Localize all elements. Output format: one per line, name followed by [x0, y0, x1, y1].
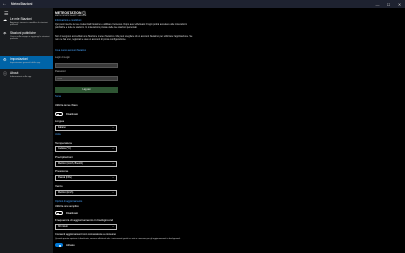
wind-select[interactable]: Metrico (km/h) ⌄	[55, 190, 117, 196]
precipitation-value: Metrico (mm/h, Brevi/h)	[58, 162, 83, 165]
maximize-button[interactable]: ☐	[383, 0, 394, 8]
title-bar: ← MeteoStazioni — ☐ ✕	[0, 0, 405, 8]
info-link[interactable]: Informazioni e condizioni	[55, 19, 81, 22]
metered-toggle[interactable]	[55, 243, 63, 247]
frequency-label: Frequenza di aggiornamento in background	[55, 218, 114, 222]
umbrella-icon: ☂	[3, 31, 7, 36]
toggle-knob	[59, 244, 61, 247]
language-label: Lingua	[55, 119, 65, 123]
sidebar-item-settings[interactable]: ⚙ Impostazioni Impostazioni generali del…	[0, 56, 53, 69]
chevron-down-icon: ⌄	[111, 191, 114, 194]
units-section-link[interactable]: Unità	[55, 133, 61, 136]
sidebar-item-about[interactable]: ⓘ About Informazioni sulla app	[0, 70, 53, 83]
update-section-link[interactable]: Opzioni di aggiornamento	[55, 200, 82, 203]
temperature-label: Temperatura	[55, 141, 72, 145]
sidebar-item-public-stations[interactable]: ☂ Stazioni pubbliche Cerca nella mappa e…	[0, 30, 53, 43]
language-select[interactable]: Italiano ⌄	[55, 125, 117, 131]
metered-state: Attivato	[66, 243, 75, 247]
gear-icon: ⚙	[3, 57, 7, 62]
password-label: Password	[55, 70, 66, 73]
username-label: Login di Login	[55, 56, 70, 59]
minimize-button[interactable]: —	[372, 0, 383, 8]
sidebar-item-title: Le mie Stazioni	[10, 17, 32, 21]
close-button[interactable]: ✕	[394, 0, 405, 8]
intro-paragraph: Qui puoi inserire le tue credenziali Net…	[55, 23, 187, 29]
simple-time-state: Disattivato	[66, 211, 79, 215]
back-arrow-icon[interactable]: ←	[0, 0, 9, 8]
sidebar-item-subtitle: Aggiungi, rimuovi e modifica le stazioni…	[10, 21, 48, 27]
chevron-down-icon: ⌄	[111, 147, 114, 150]
chevron-down-icon: ⌄	[111, 225, 114, 228]
account-paragraph: Non ti vengono accreditati una Stazione …	[55, 35, 193, 41]
simple-time-label: Utilizza ora semplice	[55, 205, 79, 208]
precipitation-label: Precipitazioni	[55, 155, 73, 159]
toggle-knob	[57, 113, 59, 116]
sidebar-item-subtitle: Cerca nella mappa e aggiungi le stazioni…	[10, 35, 50, 41]
register-link[interactable]: Crea nuovo account Netatmo	[55, 49, 86, 52]
metered-label: Consenti aggiornamenti con connessione a…	[55, 233, 116, 236]
info-icon: ⓘ	[3, 71, 7, 76]
logout-button[interactable]: Log out	[55, 87, 118, 93]
light-theme-state: Disattivato	[66, 112, 79, 116]
sidebar-item-subtitle: Impostazioni generali della app	[10, 61, 41, 64]
metered-description: Quando questa opzione è disattivata, sar…	[55, 237, 181, 240]
frequency-select[interactable]: 30 minuti ⌄	[55, 224, 117, 230]
password-field[interactable]: ••••••	[55, 76, 118, 81]
sidebar-item-title: About	[10, 71, 19, 75]
temperature-value: Celsius (°C)	[58, 147, 71, 150]
sidebar-item-title: Impostazioni	[10, 57, 28, 61]
wind-value: Metrico (km/h)	[58, 191, 74, 194]
sidebar: ☰ ☁ Le mie Stazioni Aggiungi, rimuovi e …	[0, 8, 53, 253]
temperature-select[interactable]: Celsius (°C) ⌄	[55, 146, 117, 152]
sidebar-item-my-stations[interactable]: ☁ Le mie Stazioni Aggiungi, rimuovi e mo…	[0, 16, 53, 29]
pressure-value: Pascal (hPa)	[58, 176, 72, 179]
frequency-value: 30 minuti	[58, 225, 68, 228]
sidebar-item-title: Stazioni pubbliche	[10, 31, 36, 35]
settings-panel: METEOSTATION ⓘ METEOSTATION APP SERVER I…	[53, 8, 405, 253]
window-controls: — ☐ ✕	[372, 0, 405, 8]
chevron-down-icon: ⌄	[111, 126, 114, 129]
username-field[interactable]	[55, 63, 118, 68]
section-subtitle: METEOSTATION APP SERVER	[55, 15, 87, 17]
wind-label: Vento	[55, 184, 63, 188]
chevron-down-icon: ⌄	[111, 176, 114, 179]
light-theme-toggle[interactable]	[55, 112, 63, 116]
pressure-select[interactable]: Pascal (hPa) ⌄	[55, 175, 117, 181]
cloud-icon: ☁	[3, 17, 7, 22]
language-value: Italiano	[58, 126, 66, 129]
window-title: MeteoStazioni	[11, 2, 33, 6]
toggle-knob	[57, 212, 59, 215]
simple-time-toggle[interactable]	[55, 211, 63, 215]
sidebar-item-subtitle: Informazioni sulla app	[10, 75, 32, 78]
light-theme-label: Utilizza tema chiaro	[55, 104, 78, 107]
theme-section-link[interactable]: Tema	[55, 95, 61, 98]
chevron-down-icon: ⌄	[111, 162, 114, 165]
precipitation-select[interactable]: Metrico (mm/h, Brevi/h) ⌄	[55, 161, 117, 167]
pressure-label: Pressione	[55, 169, 69, 173]
